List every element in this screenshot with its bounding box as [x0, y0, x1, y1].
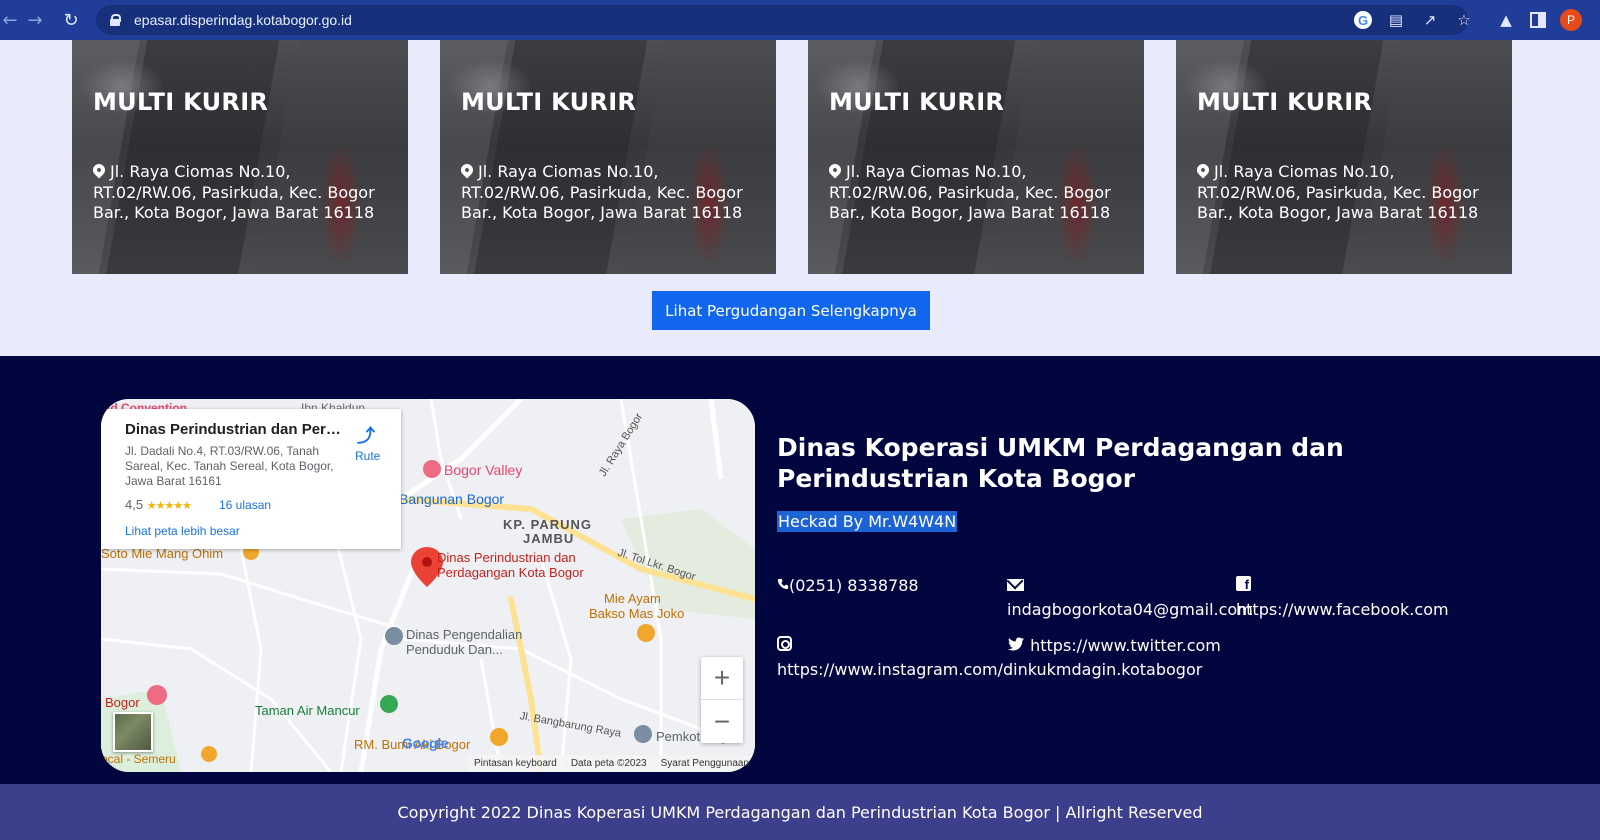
twitter-icon	[1007, 637, 1024, 651]
map-pin-icon	[90, 161, 108, 179]
address-bar[interactable]: epasar.disperindag.kotabogor.go.id	[96, 5, 1468, 35]
zoom-in-button[interactable]: +	[701, 657, 743, 700]
url-text[interactable]: epasar.disperindag.kotabogor.go.id	[134, 12, 352, 28]
lock-icon[interactable]	[110, 14, 121, 26]
share-icon[interactable]: ↗	[1420, 10, 1440, 30]
warehouse-address: Jl. Raya Ciomas No.10, RT.02/RW.06, Pasi…	[458, 161, 751, 224]
reload-icon[interactable]: ↻	[56, 0, 86, 40]
forward-icon[interactable]: →	[20, 0, 50, 40]
place-title: Dinas Perindustrian dan Perda...	[125, 421, 345, 438]
larger-map-link[interactable]: Lihat peta lebih besar	[125, 524, 240, 538]
directions-icon[interactable]: ⤴	[356, 425, 376, 446]
map-data-text: Data peta ©2023	[570, 758, 647, 769]
email-contact[interactable]: indagbogorkota04@gmail.com	[1007, 574, 1253, 622]
facebook-contact[interactable]: f https://www.facebook.com	[1236, 574, 1449, 622]
instagram-icon	[777, 636, 792, 651]
phone-icon	[777, 578, 789, 590]
warehouse-address: Jl. Raya Ciomas No.10, RT.02/RW.06, Pasi…	[1194, 161, 1487, 224]
place-address: Jl. Dadali No.4, RT.03/RW.06, Tanah Sare…	[125, 444, 334, 488]
browser-actions: G ▤ ↗ ☆ ▲ P	[1354, 0, 1582, 40]
keyboard-shortcuts-link[interactable]: Pintasan keyboard	[474, 758, 557, 769]
envelope-icon	[1007, 579, 1024, 591]
translate-icon[interactable]: ▤	[1386, 10, 1406, 30]
warehouse-card[interactable]: MULTI KURIR Jl. Raya Ciomas No.10, RT.02…	[440, 40, 776, 274]
more-warehouses-button[interactable]: Lihat Pergudangan Selengkapnya	[652, 291, 930, 330]
warehouse-card[interactable]: MULTI KURIR Jl. Raya Ciomas No.10, RT.02…	[808, 40, 1144, 274]
zoom-controls: + −	[701, 657, 743, 743]
footer-title: Dinas Koperasi UMKM Perdagangan dan Peri…	[777, 433, 1344, 493]
google-icon[interactable]: G	[1354, 11, 1372, 29]
extensions-icon[interactable]: ▲	[1496, 10, 1516, 30]
terms-link[interactable]: Syarat Penggunaan	[661, 758, 749, 769]
back-icon[interactable]: ←	[0, 0, 20, 40]
facebook-icon: f	[1236, 576, 1251, 591]
warehouse-card[interactable]: MULTI KURIR Jl. Raya Ciomas No.10, RT.02…	[1176, 40, 1512, 274]
map-pin-icon	[458, 161, 476, 179]
footer: nd Convention Ibn Khaldun Bogor Valley B…	[0, 356, 1600, 784]
embedded-map[interactable]: nd Convention Ibn Khaldun Bogor Valley B…	[101, 399, 755, 772]
warehouse-address: Jl. Raya Ciomas No.10, RT.02/RW.06, Pasi…	[826, 161, 1119, 224]
warehouse-name: MULTI KURIR	[461, 88, 637, 116]
place-info-card: Dinas Perindustrian dan Perda... Jl. Dad…	[101, 409, 401, 549]
map-pin-icon	[1194, 161, 1212, 179]
selected-text: Heckad By Mr.W4W4N	[777, 511, 958, 532]
warehouse-address: Jl. Raya Ciomas No.10, RT.02/RW.06, Pasi…	[90, 161, 383, 224]
directions-link[interactable]: Rute	[355, 449, 380, 463]
twitter-contact[interactable]: https://www.twitter.com	[1007, 634, 1221, 658]
map-attribution: Pintasan keyboard Data peta ©2023 Syarat…	[467, 755, 755, 772]
phone-contact[interactable]: (0251) 8338788	[777, 574, 919, 598]
map-pin-icon	[826, 161, 844, 179]
rating-stars: ★★★★★	[146, 500, 192, 512]
zoom-out-button[interactable]: −	[701, 700, 743, 743]
copyright-bar: Copyright 2022 Dinas Koperasi UMKM Perda…	[0, 784, 1600, 840]
warehouse-name: MULTI KURIR	[93, 88, 269, 116]
warehouse-card[interactable]: MULTI KURIR Jl. Raya Ciomas No.10, RT.02…	[72, 40, 408, 274]
satellite-toggle[interactable]	[113, 712, 153, 752]
profile-avatar[interactable]: P	[1560, 9, 1582, 31]
google-logo: Google	[402, 735, 449, 751]
place-rating: 4,5 ★★★★★	[125, 497, 192, 512]
sidebar-icon[interactable]	[1530, 12, 1546, 28]
browser-toolbar: ← → ↻ epasar.disperindag.kotabogor.go.id…	[0, 0, 1600, 40]
reviews-link[interactable]: 16 ulasan	[219, 498, 271, 512]
warehouse-name: MULTI KURIR	[1197, 88, 1373, 116]
warehouse-name: MULTI KURIR	[829, 88, 1005, 116]
star-icon[interactable]: ☆	[1454, 10, 1474, 30]
warehouse-cards: MULTI KURIR Jl. Raya Ciomas No.10, RT.02…	[72, 40, 1512, 274]
